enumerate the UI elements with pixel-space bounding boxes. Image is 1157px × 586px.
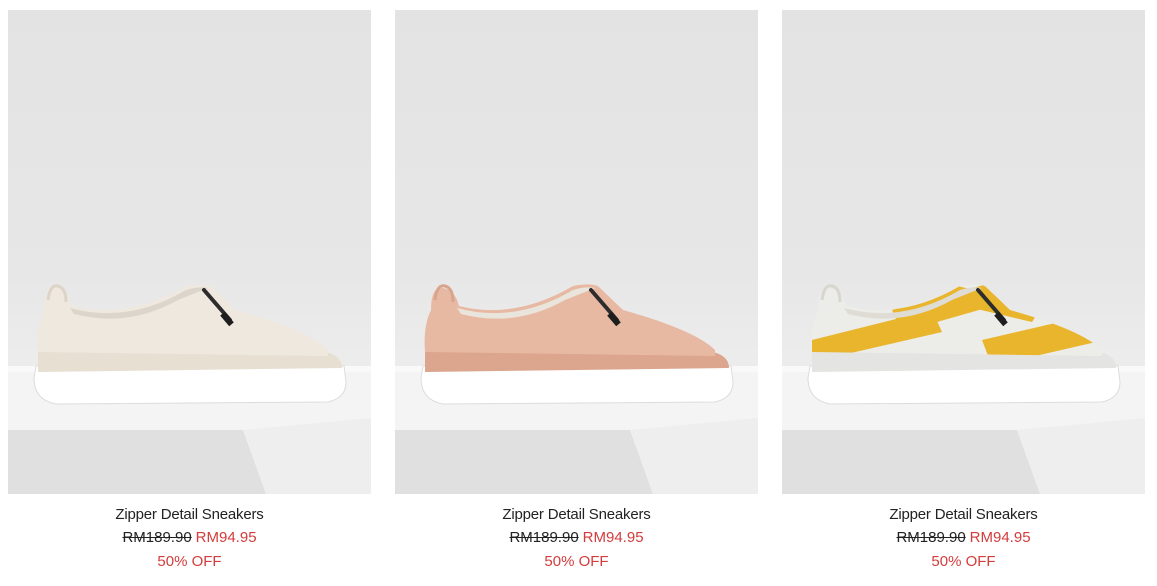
original-price: RM189.90 [509,529,579,546]
product-image-yellow-stripe-sneaker[interactable] [782,10,1145,494]
product-price: RM189.90 RM94.95 [8,528,371,548]
original-price: RM189.90 [122,529,192,546]
product-name[interactable]: Zipper Detail Sneakers [782,506,1145,524]
product-card[interactable]: Zipper Detail Sneakers RM189.90 RM94.95 5… [395,10,758,571]
sale-price: RM94.95 [969,529,1031,546]
product-name[interactable]: Zipper Detail Sneakers [395,506,758,524]
discount-label: 50% OFF [157,553,222,570]
discount-label: 50% OFF [544,553,609,570]
discount-label: 50% OFF [931,553,996,570]
product-image-white-sneaker[interactable] [8,10,371,494]
sale-price: RM94.95 [195,529,257,546]
sneaker-illustration [8,284,371,494]
original-price: RM189.90 [896,529,966,546]
sneaker-illustration [782,284,1145,494]
product-price: RM189.90 RM94.95 [395,528,758,548]
product-card[interactable]: Zipper Detail Sneakers RM189.90 RM94.95 5… [8,10,371,571]
product-grid: Zipper Detail Sneakers RM189.90 RM94.95 5… [0,0,1157,586]
sale-price: RM94.95 [582,529,644,546]
product-image-nude-sneaker[interactable] [395,10,758,494]
product-price: RM189.90 RM94.95 [782,528,1145,548]
product-name[interactable]: Zipper Detail Sneakers [8,506,371,524]
product-card[interactable]: Zipper Detail Sneakers RM189.90 RM94.95 5… [782,10,1145,571]
sneaker-illustration [395,284,758,494]
